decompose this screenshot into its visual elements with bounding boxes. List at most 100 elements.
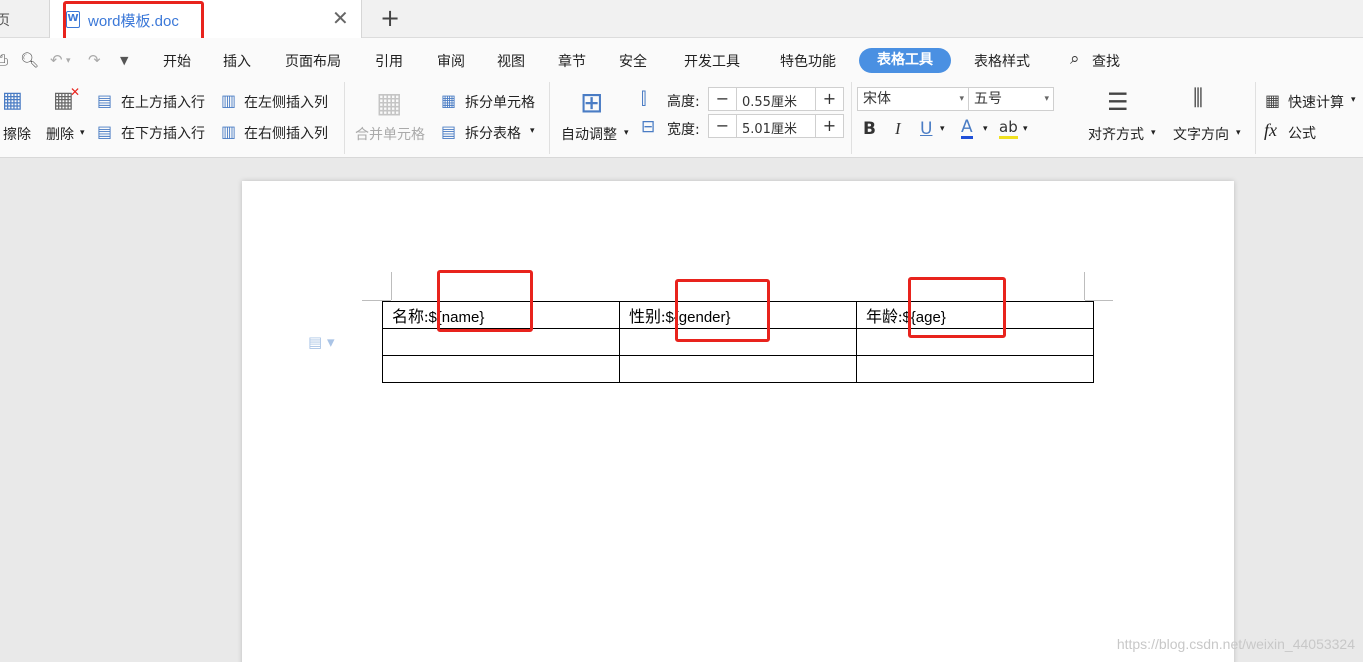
text-direction-dropdown-icon[interactable]: ▾ bbox=[1236, 128, 1241, 138]
split-cells-button[interactable]: 拆分单元格 bbox=[465, 92, 535, 112]
insert-row-above-button[interactable]: 在上方插入行 bbox=[121, 92, 205, 112]
tab-home[interactable]: 页 bbox=[0, 0, 50, 38]
menu-developer[interactable]: 开发工具 bbox=[684, 51, 740, 71]
customize-icon[interactable]: ▼ bbox=[120, 54, 128, 67]
height-value[interactable]: 0.55厘米 bbox=[742, 91, 797, 110]
font-size-select[interactable]: 五号 ▾ bbox=[968, 87, 1054, 111]
cell-label: 性别: bbox=[629, 309, 666, 326]
menu-table-style[interactable]: 表格样式 bbox=[974, 51, 1030, 71]
menu-review[interactable]: 审阅 bbox=[437, 51, 465, 71]
margin-mark bbox=[391, 272, 392, 300]
tab-home-label: 页 bbox=[0, 13, 10, 29]
ribbon-separator bbox=[851, 82, 852, 154]
font-name-select[interactable]: 宋体 ▾ bbox=[857, 87, 969, 111]
split-table-button[interactable]: 拆分表格 bbox=[465, 123, 521, 143]
width-value[interactable]: 5.01厘米 bbox=[742, 118, 797, 137]
width-decrease-button[interactable]: − bbox=[709, 115, 737, 137]
document-page[interactable]: ▤ ▾ 名称:${name} 性别:${gender} 年龄:${age} bbox=[242, 181, 1234, 662]
erase-button[interactable]: 擦除 bbox=[3, 124, 31, 144]
menu-view[interactable]: 视图 bbox=[497, 51, 525, 71]
tab-bar: 页 W word模板.doc ✕ + bbox=[0, 0, 1363, 43]
ribbon-separator bbox=[1255, 82, 1256, 154]
split-table-icon: ▤ bbox=[441, 122, 457, 141]
delete-dropdown-icon[interactable]: ▾ bbox=[80, 128, 85, 138]
formula-button[interactable]: 公式 bbox=[1288, 123, 1316, 143]
delete-button[interactable]: 删除 bbox=[46, 124, 74, 144]
width-increase-button[interactable]: + bbox=[815, 115, 843, 137]
highlight-button[interactable]: ab bbox=[999, 118, 1018, 139]
menu-table-tools[interactable]: 表格工具 bbox=[859, 48, 951, 73]
close-tab-icon[interactable]: ✕ bbox=[332, 8, 349, 28]
ribbon-table-tools: ▦ 擦除 ▦ ✕ 删除 ▾ ▤ 在上方插入行 ▤ 在下方插入行 ▥ 在左侧插入列… bbox=[0, 82, 1363, 158]
split-cells-icon: ▦ bbox=[441, 91, 457, 110]
cell-label: 名称: bbox=[392, 309, 429, 326]
insert-col-left-icon: ▥ bbox=[221, 91, 237, 110]
insert-col-left-button[interactable]: 在左侧插入列 bbox=[244, 92, 328, 112]
split-table-dropdown-icon[interactable]: ▾ bbox=[530, 126, 535, 136]
insert-col-right-button[interactable]: 在右侧插入列 bbox=[244, 123, 328, 143]
watermark: https://blog.csdn.net/weixin_44053324 bbox=[1116, 636, 1355, 652]
height-decrease-button[interactable]: − bbox=[709, 88, 737, 110]
align-icon: ☰ bbox=[1107, 88, 1129, 116]
width-stepper[interactable]: − 5.01厘米 + bbox=[708, 114, 844, 138]
align-dropdown-icon[interactable]: ▾ bbox=[1151, 128, 1156, 138]
menu-insert[interactable]: 插入 bbox=[223, 51, 251, 71]
insert-row-below-icon: ▤ bbox=[97, 122, 113, 141]
text-direction-button[interactable]: 文字方向 bbox=[1173, 124, 1229, 144]
annotation-box-gender bbox=[675, 279, 770, 342]
table-row bbox=[382, 355, 1094, 383]
formula-icon: fx bbox=[1264, 120, 1277, 140]
calculator-icon: ▦ bbox=[1265, 91, 1281, 110]
underline-dropdown-icon[interactable]: ▾ bbox=[940, 124, 945, 134]
new-tab-button[interactable]: + bbox=[380, 5, 400, 31]
height-label: 高度: bbox=[667, 94, 700, 110]
paragraph-layout-icon[interactable]: ▤ ▾ bbox=[308, 333, 334, 351]
insert-col-right-icon: ▥ bbox=[221, 122, 237, 141]
auto-adjust-button[interactable]: 自动调整 bbox=[561, 124, 617, 144]
menu-section[interactable]: 章节 bbox=[558, 51, 586, 71]
redo-icon[interactable]: ↷ bbox=[88, 51, 101, 69]
quick-calc-button[interactable]: 快速计算 bbox=[1288, 92, 1344, 112]
eraser-icon[interactable]: ▦ bbox=[2, 88, 23, 113]
auto-adjust-dropdown-icon[interactable]: ▾ bbox=[624, 128, 629, 138]
underline-button[interactable]: U bbox=[920, 119, 932, 139]
print-preview-icon[interactable]: 🔍︎ bbox=[20, 51, 39, 69]
menu-start[interactable]: 开始 bbox=[163, 51, 191, 71]
menu-page-layout[interactable]: 页面布局 bbox=[285, 51, 341, 71]
insert-row-above-icon: ▤ bbox=[97, 91, 113, 110]
insert-row-below-button[interactable]: 在下方插入行 bbox=[121, 123, 205, 143]
merge-cells-button[interactable]: 合并单元格 bbox=[355, 124, 425, 144]
print-icon[interactable]: ⎙ bbox=[0, 51, 8, 69]
menu-special[interactable]: 特色功能 bbox=[780, 51, 836, 71]
undo-icon[interactable]: ↶ bbox=[50, 51, 63, 69]
font-color-dropdown-icon[interactable]: ▾ bbox=[983, 124, 988, 134]
table-cell[interactable] bbox=[619, 355, 857, 383]
text-direction-icon: ⫼ bbox=[1193, 86, 1204, 111]
row-height-icon: ⫿ bbox=[641, 89, 647, 109]
chevron-down-icon: ▾ bbox=[1044, 94, 1049, 104]
height-increase-button[interactable]: + bbox=[815, 88, 843, 110]
margin-mark bbox=[1084, 272, 1085, 300]
menu-references[interactable]: 引用 bbox=[375, 51, 403, 71]
menu-search[interactable]: 查找 bbox=[1092, 51, 1120, 71]
table-cell[interactable] bbox=[382, 355, 620, 383]
quick-calc-dropdown-icon[interactable]: ▾ bbox=[1351, 95, 1356, 105]
highlight-dropdown-icon[interactable]: ▾ bbox=[1023, 124, 1028, 134]
bold-button[interactable]: B bbox=[863, 119, 876, 139]
align-button[interactable]: 对齐方式 bbox=[1088, 124, 1144, 144]
auto-adjust-icon: ⊞ bbox=[580, 86, 604, 119]
font-size-value: 五号 bbox=[974, 91, 1002, 107]
annotation-box-name bbox=[437, 270, 533, 332]
menu-security[interactable]: 安全 bbox=[619, 51, 647, 71]
font-color-button[interactable]: A bbox=[961, 118, 973, 139]
italic-button[interactable]: I bbox=[895, 119, 901, 139]
width-label: 宽度: bbox=[667, 122, 700, 138]
table-cell[interactable] bbox=[856, 355, 1094, 383]
table-cell[interactable] bbox=[382, 328, 620, 356]
cell-label: 年龄: bbox=[866, 309, 903, 326]
height-stepper[interactable]: − 0.55厘米 + bbox=[708, 87, 844, 111]
search-icon[interactable]: ⌕ bbox=[1070, 49, 1080, 69]
undo-dropdown-icon[interactable]: ▾ bbox=[66, 56, 71, 66]
col-width-icon: ⊟ bbox=[641, 117, 656, 137]
merge-cells-icon: ▦ bbox=[376, 86, 403, 119]
